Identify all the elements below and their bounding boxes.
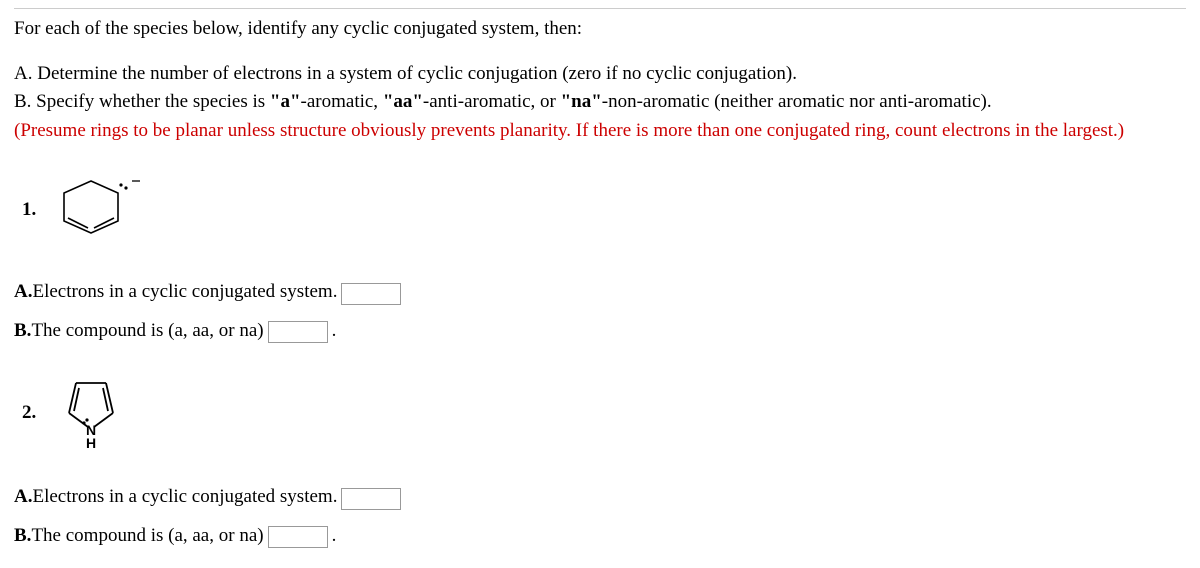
q2-answer-b: B.The compound is (a, aa, or na) . [14,522,1186,551]
period: . [332,522,337,551]
intro-line: For each of the species below, identify … [14,15,1186,44]
structure-1-anion [56,173,151,248]
question-number: 2. [22,399,36,428]
part-a-instruction: A. Determine the number of electrons in … [14,60,1186,89]
instructions-block: For each of the species below, identify … [14,15,1186,145]
top-divider [14,8,1186,9]
part-b-instruction: B. Specify whether the species is "a"-ar… [14,88,1186,117]
q2-classification-input[interactable] [268,526,328,548]
question-2: 2. N H [14,373,1186,453]
q2-answer-a: A.Electrons in a cyclic conjugated syste… [14,483,1186,512]
q1-answer-b: B.The compound is (a, aa, or na) . [14,317,1186,346]
q1-electrons-input[interactable] [341,283,401,305]
svg-text:H: H [86,435,96,451]
hint-text: (Presume rings to be planar unless struc… [14,117,1186,146]
q1-answer-a: A.Electrons in a cyclic conjugated syste… [14,278,1186,307]
q1-classification-input[interactable] [268,321,328,343]
q2-electrons-input[interactable] [341,488,401,510]
question-1: 1. [14,173,1186,248]
structure-2-pyrrole: N H [56,373,126,453]
question-number: 1. [22,196,36,225]
period: . [332,317,337,346]
